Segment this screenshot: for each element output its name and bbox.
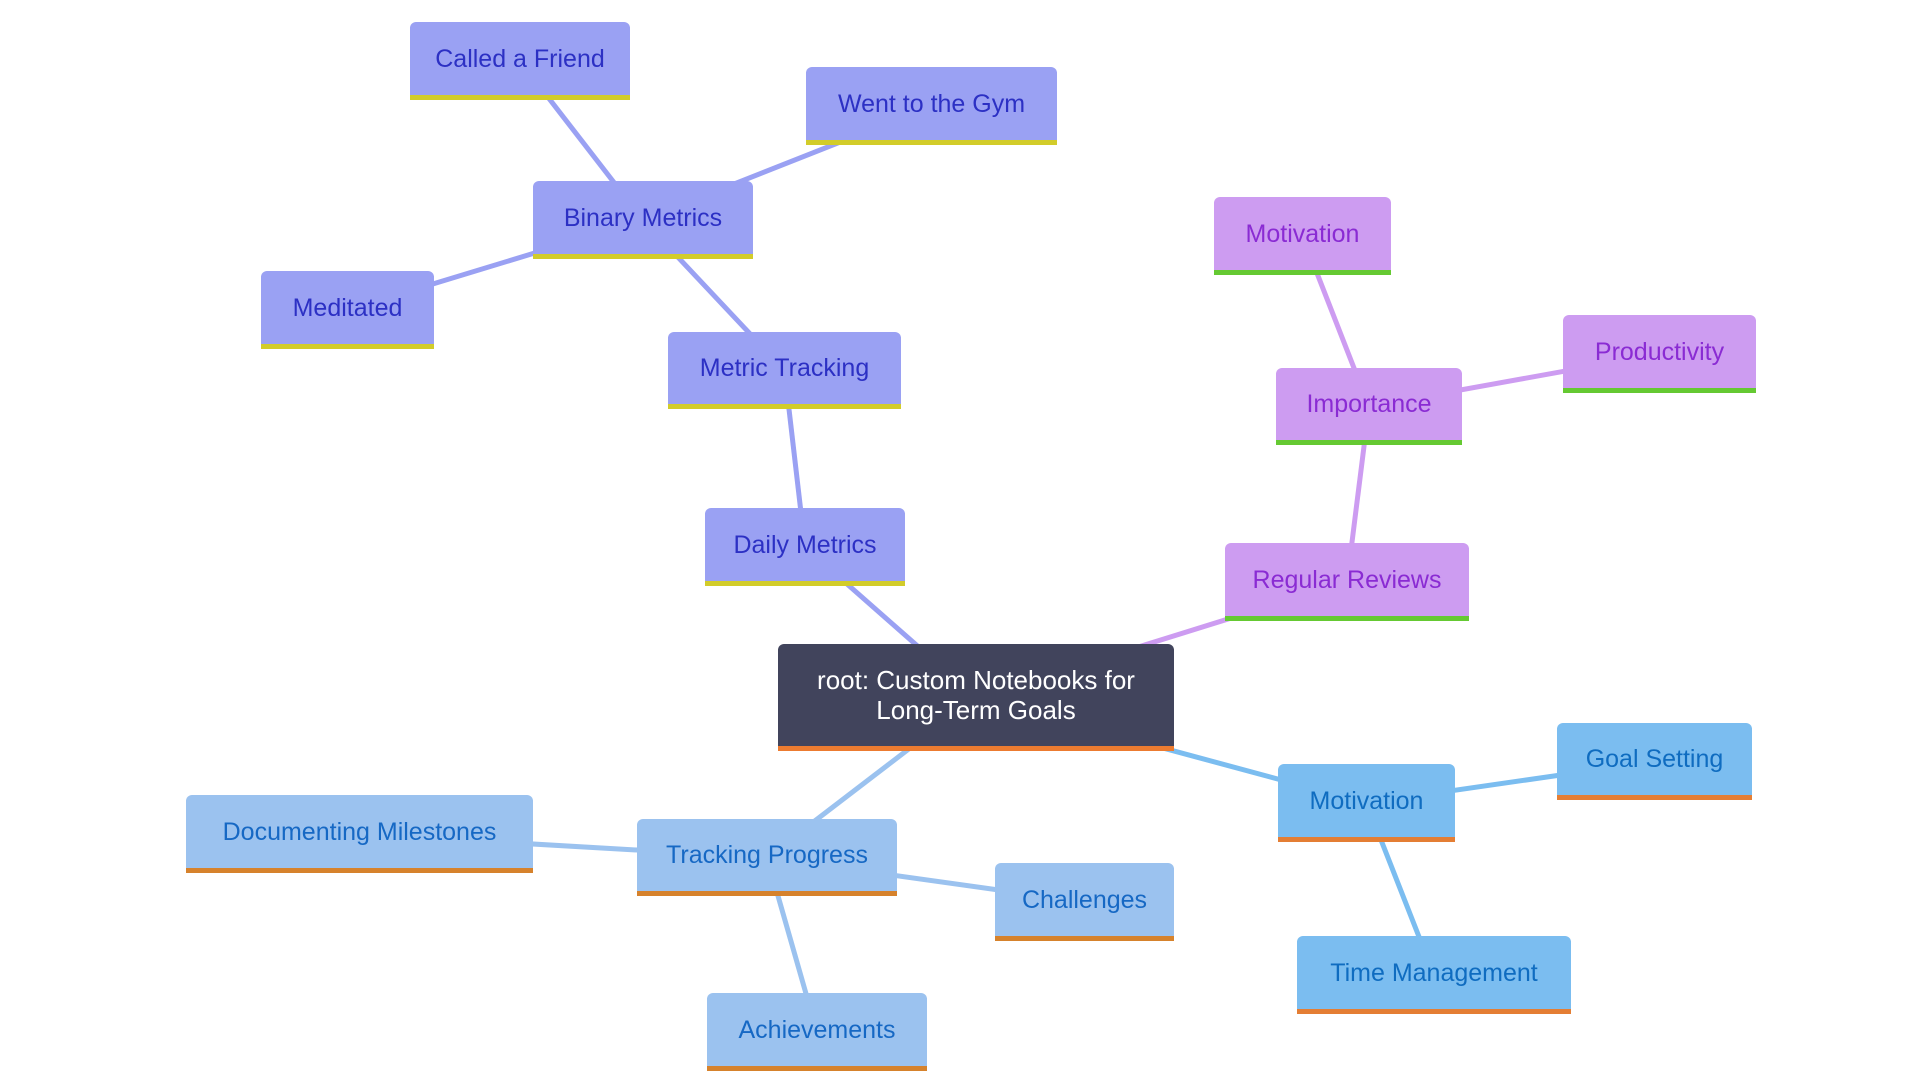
node-binary-metrics[interactable]: Binary Metrics — [533, 181, 753, 259]
node-daily-metrics[interactable]: Daily Metrics — [705, 508, 905, 586]
node-achievements[interactable]: Achievements — [707, 993, 927, 1071]
node-label: Regular Reviews — [1252, 565, 1442, 594]
node-label: Goal Setting — [1585, 745, 1724, 773]
node-motivation-importance[interactable]: Motivation — [1214, 197, 1391, 275]
edges-layer — [346, 59, 1660, 1033]
node-time-management[interactable]: Time Management — [1297, 936, 1571, 1014]
node-meditated[interactable]: Meditated — [261, 271, 434, 349]
node-label: Time Management — [1330, 958, 1538, 987]
node-root[interactable]: root: Custom Notebooks for Long-Term Goa… — [778, 644, 1174, 751]
node-label: Documenting Milestones — [222, 817, 497, 846]
node-tracking-progress[interactable]: Tracking Progress — [637, 819, 897, 896]
node-label: Meditated — [292, 293, 403, 322]
node-documenting-milestones[interactable]: Documenting Milestones — [186, 795, 533, 873]
root-label-line-1: root: Custom Notebooks for — [817, 665, 1135, 695]
node-label: Went to the Gym — [837, 89, 1026, 118]
node-goal-setting[interactable]: Goal Setting — [1557, 723, 1752, 800]
node-label: Achievements — [738, 1015, 896, 1044]
node-regular-reviews[interactable]: Regular Reviews — [1225, 543, 1469, 621]
node-label: Productivity — [1594, 337, 1725, 366]
node-label: Daily Metrics — [733, 530, 877, 559]
node-productivity[interactable]: Productivity — [1563, 315, 1756, 393]
node-motivation[interactable]: Motivation — [1278, 764, 1455, 842]
root-label-line-2: Long-Term Goals — [876, 695, 1076, 725]
node-label: Tracking Progress — [666, 841, 868, 869]
node-label: Challenges — [1021, 885, 1148, 914]
node-label: Importance — [1306, 390, 1432, 418]
node-importance[interactable]: Importance — [1276, 368, 1462, 445]
node-went-to-the-gym[interactable]: Went to the Gym — [806, 67, 1057, 145]
node-label: Binary Metrics — [563, 203, 723, 232]
node-called-a-friend[interactable]: Called a Friend — [410, 22, 630, 100]
node-challenges[interactable]: Challenges — [995, 863, 1174, 941]
node-metric-tracking[interactable]: Metric Tracking — [668, 332, 901, 409]
node-label: Motivation — [1245, 219, 1360, 248]
node-label: Metric Tracking — [699, 354, 870, 382]
node-label: Called a Friend — [435, 44, 605, 73]
node-label: Motivation — [1309, 786, 1424, 815]
